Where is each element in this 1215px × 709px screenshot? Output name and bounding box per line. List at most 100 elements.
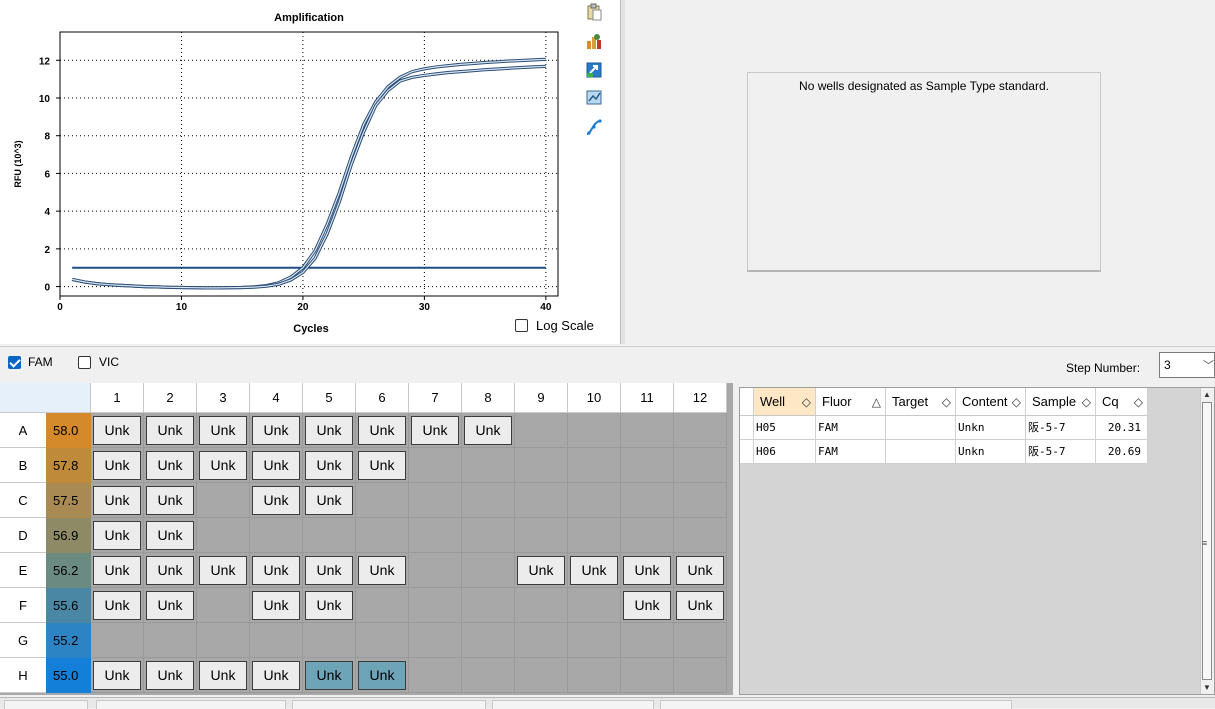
plate-well[interactable]: Unk [252, 486, 300, 515]
plate-well[interactable]: Unk [146, 416, 194, 445]
plate-well[interactable]: Unk [570, 556, 618, 585]
results-row-stub[interactable] [740, 440, 754, 464]
plate-well[interactable]: Unk [623, 591, 671, 620]
bottom-tab[interactable] [4, 700, 88, 709]
export-icon[interactable] [585, 61, 603, 79]
plate-cell[interactable] [409, 658, 462, 693]
results-cell[interactable]: H05 [754, 416, 816, 440]
plate-well[interactable]: Unk [199, 661, 247, 690]
plate-row-header[interactable]: B [0, 448, 46, 483]
plate-well[interactable]: Unk [517, 556, 565, 585]
plate-cell[interactable] [674, 658, 727, 693]
plate-cell[interactable] [568, 413, 621, 448]
plate-cell[interactable] [409, 623, 462, 658]
plate-cell[interactable] [568, 518, 621, 553]
plate-cell[interactable] [462, 483, 515, 518]
plate-cell[interactable] [197, 588, 250, 623]
plate-cell[interactable] [515, 413, 568, 448]
plate-well[interactable]: Unk [676, 556, 724, 585]
plate-well[interactable]: Unk [146, 451, 194, 480]
results-cell[interactable]: 20.69 [1096, 440, 1148, 464]
scroll-up-icon[interactable]: ▲ [1203, 390, 1211, 399]
plate-cell[interactable] [515, 588, 568, 623]
plate-well[interactable]: Unk [411, 416, 459, 445]
vic-checkbox[interactable] [78, 356, 91, 369]
plate-well[interactable]: Unk [464, 416, 512, 445]
plate-cell[interactable] [462, 518, 515, 553]
results-cell[interactable]: FAM [816, 416, 886, 440]
results-cell[interactable] [886, 440, 956, 464]
plate-cell[interactable] [515, 658, 568, 693]
plate-col-header[interactable]: 9 [515, 383, 568, 413]
results-col-header[interactable]: Target ◇ [886, 388, 956, 416]
scroll-down-icon[interactable]: ▼ [1203, 683, 1211, 692]
results-row-stub[interactable] [740, 416, 754, 440]
plate-well[interactable]: Unk [305, 486, 353, 515]
plate-cell[interactable] [674, 623, 727, 658]
plate-cell[interactable] [674, 483, 727, 518]
plate-well[interactable]: Unk [93, 486, 141, 515]
plate-cell[interactable] [409, 483, 462, 518]
plate-well[interactable]: Unk [358, 451, 406, 480]
results-cell[interactable]: 阪-5-7 [1026, 440, 1096, 464]
plate-cell[interactable] [621, 448, 674, 483]
plate-cell[interactable] [91, 623, 144, 658]
plate-cell[interactable] [356, 623, 409, 658]
plate-well[interactable]: Unk [305, 416, 353, 445]
plate-cell[interactable] [515, 518, 568, 553]
plate-cell[interactable] [144, 623, 197, 658]
plate-row-header[interactable]: E [0, 553, 46, 588]
plate-cell[interactable] [515, 448, 568, 483]
plate-well[interactable]: Unk [93, 416, 141, 445]
plate-well[interactable]: Unk [146, 556, 194, 585]
sort-icon[interactable]: ◇ [942, 388, 951, 416]
sort-icon[interactable]: △ [872, 388, 881, 416]
bottom-tab[interactable] [660, 700, 1012, 709]
plate-well[interactable]: Unk [358, 661, 406, 690]
plate-well[interactable]: Unk [305, 451, 353, 480]
results-col-header[interactable]: Content ◇ [956, 388, 1026, 416]
plate-corner[interactable] [0, 383, 91, 413]
plate-well[interactable]: Unk [252, 556, 300, 585]
results-col-header[interactable]: Well ◇ [754, 388, 816, 416]
plate-cell[interactable] [409, 518, 462, 553]
plate-cell[interactable] [250, 518, 303, 553]
plate-col-header[interactable]: 11 [621, 383, 674, 413]
plate-row-header[interactable]: A [0, 413, 46, 448]
plate-cell[interactable] [568, 623, 621, 658]
plate-col-header[interactable]: 7 [409, 383, 462, 413]
bottom-tab[interactable] [492, 700, 654, 709]
plate-cell[interactable] [515, 623, 568, 658]
results-col-header[interactable]: Fluor △ [816, 388, 886, 416]
plate-well[interactable]: Unk [146, 661, 194, 690]
clipboard-icon[interactable] [585, 3, 603, 21]
plate-well[interactable]: Unk [358, 556, 406, 585]
plate-well[interactable]: Unk [199, 416, 247, 445]
plate-cell[interactable] [621, 413, 674, 448]
plate-cell[interactable] [197, 518, 250, 553]
plate-well[interactable]: Unk [93, 591, 141, 620]
plate-cell[interactable] [568, 588, 621, 623]
plate-cell[interactable] [303, 623, 356, 658]
plate-cell[interactable] [674, 448, 727, 483]
plate-well[interactable]: Unk [199, 556, 247, 585]
results-cell[interactable]: 20.31 [1096, 416, 1148, 440]
results-cell[interactable]: 阪-5-7 [1026, 416, 1096, 440]
sort-icon[interactable]: ◇ [802, 388, 811, 416]
plate-well[interactable]: Unk [93, 556, 141, 585]
plate-well[interactable]: Unk [93, 661, 141, 690]
results-cell[interactable]: H06 [754, 440, 816, 464]
plate-well[interactable]: Unk [676, 591, 724, 620]
plate-cell[interactable] [356, 483, 409, 518]
plate-well[interactable]: Unk [146, 591, 194, 620]
results-col-header[interactable]: Cq ◇ [1096, 388, 1148, 416]
plate-cell[interactable] [568, 658, 621, 693]
plate-cell[interactable] [621, 658, 674, 693]
plate-cell[interactable] [409, 448, 462, 483]
plate-cell[interactable] [621, 623, 674, 658]
step-number-select[interactable]: 3 ﹀ [1159, 352, 1215, 378]
plate-col-header[interactable]: 8 [462, 383, 515, 413]
plate-cell[interactable] [197, 483, 250, 518]
plate-well[interactable]: Unk [252, 661, 300, 690]
plate-well[interactable]: Unk [305, 556, 353, 585]
